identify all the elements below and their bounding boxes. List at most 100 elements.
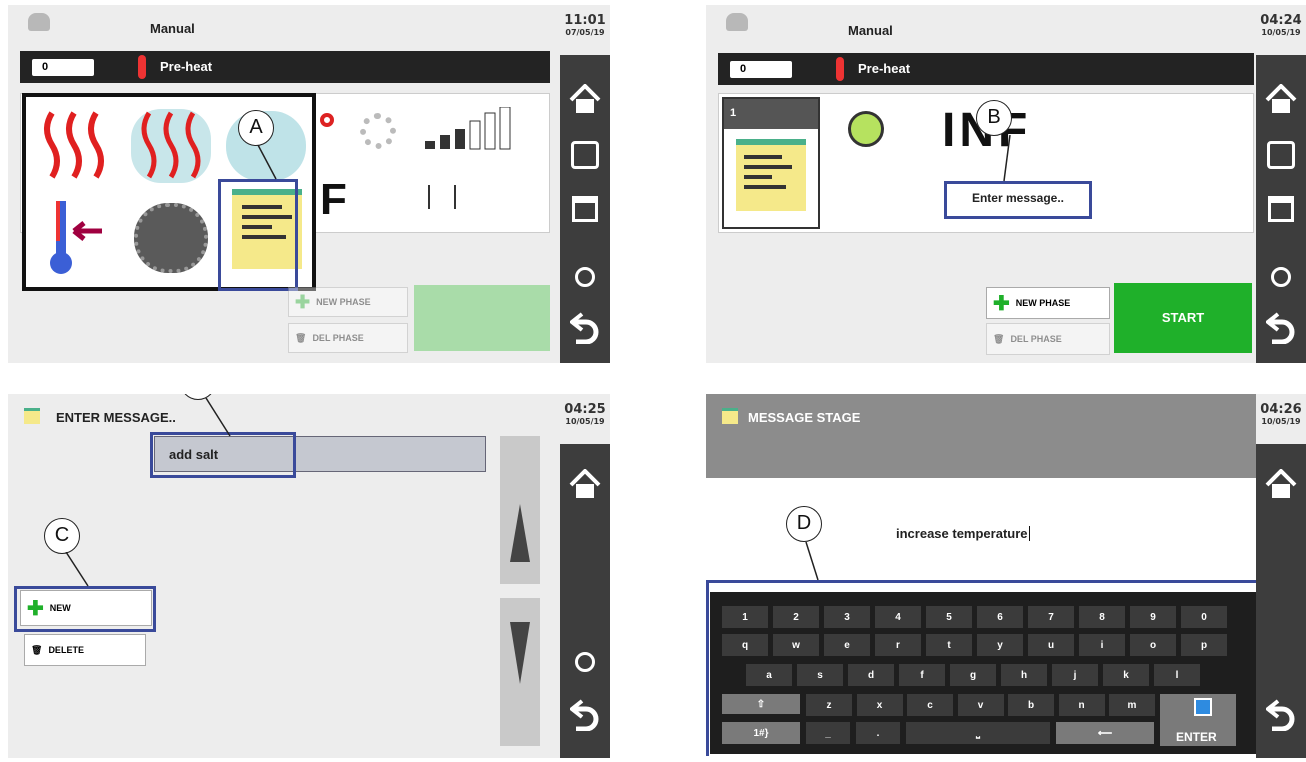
key-x[interactable]: x (856, 694, 903, 716)
page-title: MESSAGE STAGE (748, 410, 861, 425)
del-phase-button[interactable]: 🗑 DEL PHASE (986, 323, 1110, 355)
program-number[interactable]: 0 (32, 59, 94, 76)
text-cursor (1028, 526, 1030, 541)
message-stage-highlight (218, 179, 298, 291)
home-icon[interactable] (1256, 77, 1306, 121)
settings-icon[interactable] (560, 135, 610, 175)
key-r[interactable]: r (875, 634, 921, 656)
combi-steam-heat-icon[interactable] (131, 109, 211, 183)
key-9[interactable]: 9 (1130, 606, 1176, 628)
clock-icon[interactable] (848, 111, 884, 147)
lightbulb-icon[interactable] (560, 257, 610, 297)
home-icon[interactable] (1256, 462, 1306, 506)
lightbulb-icon[interactable] (560, 642, 610, 682)
back-icon[interactable] (560, 692, 610, 736)
key-5[interactable]: 5 (926, 606, 972, 628)
settings-icon[interactable] (1256, 135, 1306, 175)
chef-hat-icon (28, 13, 50, 31)
phase-tab[interactable]: 1 (722, 97, 820, 229)
key-w[interactable]: w (773, 634, 819, 656)
key-y[interactable]: y (977, 634, 1023, 656)
symbols-key[interactable]: 1#} (722, 722, 800, 744)
callout-c-left-pointer (65, 552, 89, 587)
partial-letter: F (320, 175, 347, 224)
key-o[interactable]: o (1130, 634, 1176, 656)
key-k[interactable]: k (1103, 664, 1149, 686)
new-phase-label: NEW PHASE (316, 297, 371, 307)
key-d[interactable]: d (848, 664, 894, 686)
key-t[interactable]: t (926, 634, 972, 656)
new-phase-button[interactable]: ✚ NEW PHASE (986, 287, 1110, 319)
key-v[interactable]: v (957, 694, 1004, 716)
calendar-icon[interactable] (560, 189, 610, 229)
start-button[interactable]: START (1114, 283, 1252, 353)
scroll-down-button[interactable] (500, 598, 540, 746)
delete-button[interactable]: 🗑 DELETE (24, 634, 146, 666)
key-m[interactable]: m (1109, 694, 1155, 716)
key-g[interactable]: g (950, 664, 996, 686)
key-1[interactable]: 1 (722, 606, 768, 628)
plus-icon: ✚ (295, 291, 311, 312)
message-note-icon (736, 139, 806, 211)
dot-key[interactable]: . (856, 722, 900, 744)
back-icon[interactable] (1256, 305, 1306, 349)
key-b[interactable]: b (1008, 694, 1054, 716)
message-input-text: increase temperature (896, 526, 1028, 541)
key-7[interactable]: 7 (1028, 606, 1074, 628)
chef-hat-icon (726, 13, 748, 31)
list-item-highlight (150, 432, 296, 478)
shift-key[interactable]: ⇧ (722, 694, 800, 714)
key-8[interactable]: 8 (1079, 606, 1125, 628)
key-4[interactable]: 4 (875, 606, 921, 628)
back-icon[interactable] (1256, 692, 1306, 736)
clock-time: 04:25 (564, 402, 606, 417)
key-c[interactable]: c (907, 694, 953, 716)
key-e[interactable]: e (824, 634, 870, 656)
key-z[interactable]: z (806, 694, 852, 716)
new-phase-button[interactable]: ✚ NEW PHASE (288, 287, 408, 317)
key-2[interactable]: 2 (773, 606, 819, 628)
scroll-up-button[interactable] (500, 436, 540, 584)
key-3[interactable]: 3 (824, 606, 870, 628)
key-f[interactable]: f (899, 664, 945, 686)
del-phase-button[interactable]: 🗑 DEL PHASE (288, 323, 408, 353)
phase-number: 1 (724, 99, 818, 129)
key-j[interactable]: j (1052, 664, 1098, 686)
lightbulb-icon[interactable] (1256, 257, 1306, 297)
underscore-key[interactable]: _ (806, 722, 850, 744)
sidebar (1256, 5, 1306, 363)
key-q[interactable]: q (722, 634, 768, 656)
start-button[interactable] (414, 285, 550, 351)
clock-date: 07/05/19 (565, 28, 605, 37)
header-band (706, 394, 1256, 478)
key-p[interactable]: p (1181, 634, 1227, 656)
program-number[interactable]: 0 (730, 61, 792, 78)
heat-waves-icon[interactable] (38, 109, 114, 183)
panel-a: Manual 0 Pre-heat F A ✚ NEW PHASE 🗑 DEL PH… (8, 5, 610, 363)
enter-key[interactable]: ENTER (1160, 694, 1236, 746)
plus-icon: ✚ (993, 292, 1010, 315)
core-probe-icon[interactable] (50, 201, 110, 275)
space-key[interactable]: ⎵ (906, 722, 1050, 744)
key-i[interactable]: i (1079, 634, 1125, 656)
message-input[interactable]: increase temperature (896, 526, 1096, 548)
back-icon[interactable] (560, 305, 610, 349)
key-h[interactable]: h (1001, 664, 1047, 686)
callout-c-left: C (44, 518, 80, 554)
new-phase-label: NEW PHASE (1015, 298, 1071, 308)
key-6[interactable]: 6 (977, 606, 1023, 628)
key-a[interactable]: a (746, 664, 792, 686)
home-icon[interactable] (560, 77, 610, 121)
backspace-key[interactable]: ⟵ (1056, 722, 1154, 744)
key-l[interactable]: l (1154, 664, 1200, 686)
calendar-icon[interactable] (1256, 189, 1306, 229)
key-0[interactable]: 0 (1181, 606, 1227, 628)
callout-a: A (238, 110, 274, 146)
key-n[interactable]: n (1058, 694, 1105, 716)
key-s[interactable]: s (797, 664, 843, 686)
key-u[interactable]: u (1028, 634, 1074, 656)
thermometer-icon (138, 55, 146, 79)
smoke-icon[interactable] (134, 203, 208, 273)
trash-icon: 🗑 (31, 644, 43, 655)
home-icon[interactable] (560, 462, 610, 506)
